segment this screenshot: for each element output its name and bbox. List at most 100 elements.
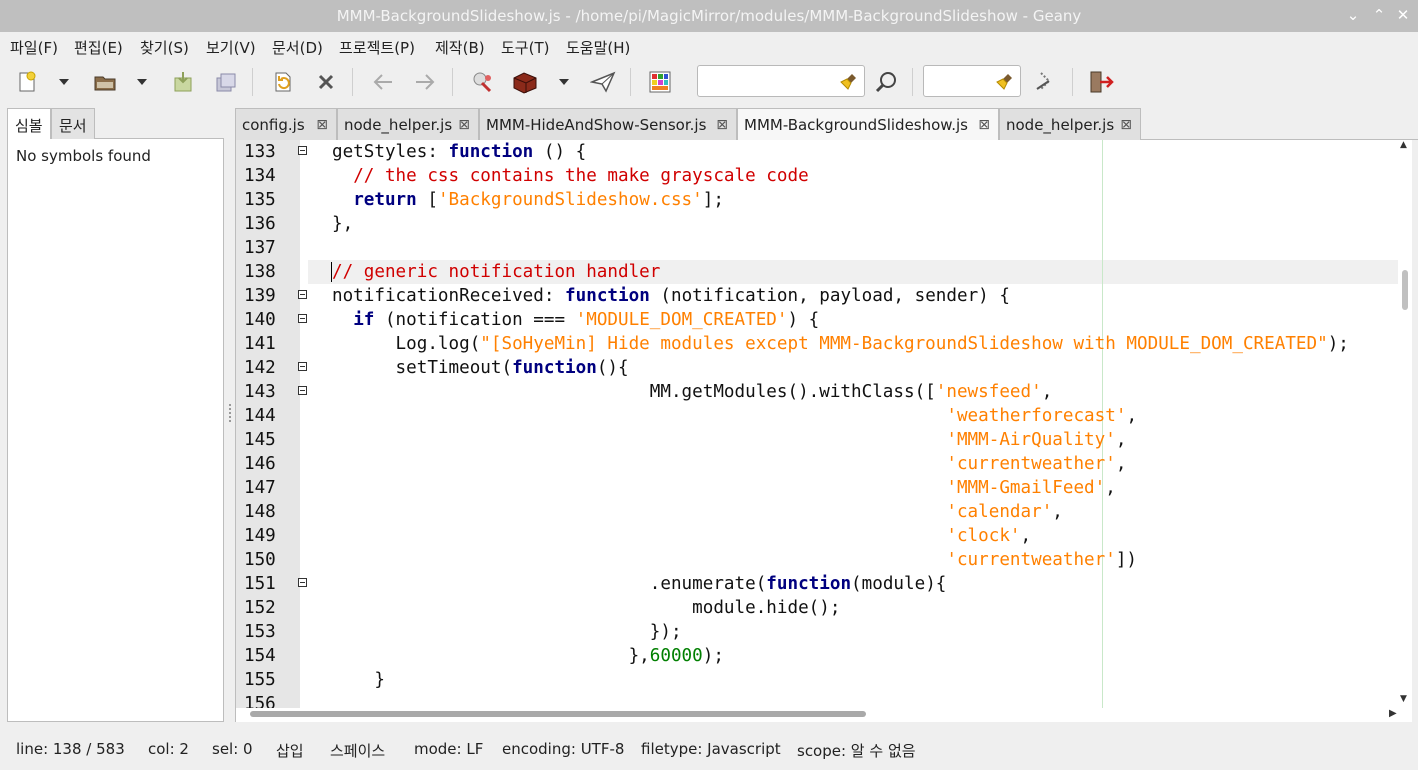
code-line[interactable]: 150 'currentweather'])	[236, 548, 1412, 572]
scroll-thumb[interactable]	[1402, 270, 1408, 310]
search-field[interactable]	[697, 65, 865, 97]
menu-view[interactable]: 보기(V)	[206, 37, 256, 58]
menu-build[interactable]: 제작(B)	[435, 37, 485, 58]
goto-line-input[interactable]	[930, 72, 998, 88]
code-line[interactable]: 134 // the css contains the make graysca…	[236, 164, 1412, 188]
dropdown-icon[interactable]	[130, 67, 154, 97]
code-line[interactable]: 149 'clock',	[236, 524, 1412, 548]
line-number: 154	[244, 646, 276, 666]
code-token: ,	[1020, 526, 1032, 546]
code-line[interactable]: 135 return ['BackgroundSlideshow.css'];	[236, 188, 1412, 212]
tab-documents[interactable]: 문서	[51, 108, 95, 139]
open-file-icon[interactable]	[90, 67, 120, 97]
fold-toggle-icon[interactable]	[298, 314, 307, 323]
tab-close-icon[interactable]: ⊠	[716, 117, 728, 133]
close-icon[interactable]	[311, 67, 341, 97]
dropdown-icon[interactable]	[52, 67, 76, 97]
build-icon[interactable]	[510, 67, 540, 97]
tab-node-helper-js-2[interactable]: node_helper.js ⊠	[999, 108, 1141, 140]
code-text: module.hide();	[332, 596, 840, 620]
menu-tools[interactable]: 도구(T)	[501, 37, 549, 58]
code-line[interactable]: 152 module.hide();	[236, 596, 1412, 620]
code-editor[interactable]: 133 getStyles: function () {134 // the cs…	[235, 140, 1412, 708]
back-icon[interactable]	[368, 67, 398, 97]
tab-node-helper-js[interactable]: node_helper.js ⊠	[337, 108, 479, 140]
scroll-down-arrow-icon[interactable]: ▼	[1400, 694, 1407, 704]
tab-symbols[interactable]: 심볼	[7, 108, 51, 140]
code-line[interactable]: 148 'calendar',	[236, 500, 1412, 524]
code-line[interactable]: 133 getStyles: function () {	[236, 140, 1412, 164]
code-line[interactable]: 144 'weatherforecast',	[236, 404, 1412, 428]
new-file-icon[interactable]	[12, 67, 42, 97]
menu-file[interactable]: 파일(F)	[10, 37, 58, 58]
code-line[interactable]: 138 // generic notification handler	[236, 260, 1412, 284]
clear-broom-icon[interactable]	[840, 72, 858, 94]
code-token: (module){	[851, 574, 947, 594]
scroll-right-arrow-icon[interactable]: ▶	[1389, 708, 1397, 719]
quit-icon[interactable]	[1086, 67, 1116, 97]
maximize-button[interactable]: ⌃	[1368, 4, 1390, 26]
code-line[interactable]: 139 notificationReceived: function (notif…	[236, 284, 1412, 308]
code-line[interactable]: 151 .enumerate(function(module){	[236, 572, 1412, 596]
jump-to-line-icon[interactable]	[1030, 67, 1060, 97]
clear-broom-icon[interactable]	[996, 72, 1014, 94]
goto-line-field[interactable]	[923, 65, 1021, 97]
code-line[interactable]: 137	[236, 236, 1412, 260]
color-chooser-icon[interactable]	[645, 67, 675, 97]
tab-mmm-backgroundslideshow-js[interactable]: MMM-BackgroundSlideshow.js ⊠	[737, 108, 999, 141]
execute-icon[interactable]	[588, 67, 618, 97]
code-line[interactable]: 146 'currentweather',	[236, 452, 1412, 476]
menu-document[interactable]: 문서(D)	[272, 37, 323, 58]
pane-resize-handle[interactable]	[228, 402, 232, 424]
search-icon[interactable]	[872, 67, 902, 97]
pane-resize-handle[interactable]	[698, 724, 722, 738]
code-line[interactable]: 142 setTimeout(function(){	[236, 356, 1412, 380]
code-token: module.hide();	[332, 598, 841, 618]
fold-toggle-icon[interactable]	[298, 578, 307, 587]
fold-toggle-icon[interactable]	[298, 146, 307, 155]
code-line[interactable]: 143 MM.getModules().withClass(['newsfeed…	[236, 380, 1412, 404]
code-line[interactable]: 145 'MMM-AirQuality',	[236, 428, 1412, 452]
line-number: 150	[244, 550, 276, 570]
tab-close-icon[interactable]: ⊠	[1120, 117, 1132, 133]
close-window-button[interactable]: ✕	[1392, 4, 1414, 26]
code-line[interactable]: 141 Log.log("[SoHyeMin] Hide modules exc…	[236, 332, 1412, 356]
code-line[interactable]: 140 if (notification === 'MODULE_DOM_CRE…	[236, 308, 1412, 332]
save-all-icon[interactable]	[211, 67, 241, 97]
tab-config-js[interactable]: config.js ⊠	[235, 108, 337, 140]
tab-mmm-hideandshow-sensor-js[interactable]: MMM-HideAndShow-Sensor.js ⊠	[479, 108, 737, 140]
menu-help[interactable]: 도움말(H)	[566, 37, 630, 58]
compile-icon[interactable]	[467, 67, 497, 97]
code-line[interactable]: 153 });	[236, 620, 1412, 644]
vertical-scrollbar[interactable]: ▲ ▼	[1398, 140, 1412, 708]
code-text: .enumerate(function(module){	[332, 572, 947, 596]
horizontal-scrollbar[interactable]: ▶	[235, 708, 1412, 722]
menu-project[interactable]: 프로젝트(P)	[339, 37, 415, 58]
code-line[interactable]: 154 },60000);	[236, 644, 1412, 668]
scroll-thumb[interactable]	[250, 711, 866, 717]
code-line[interactable]: 136},	[236, 212, 1412, 236]
revert-icon[interactable]	[268, 67, 298, 97]
code-line[interactable]: 156	[236, 692, 1412, 708]
fold-toggle-icon[interactable]	[298, 362, 307, 371]
fold-toggle-icon[interactable]	[298, 290, 307, 299]
forward-icon[interactable]	[410, 67, 440, 97]
menu-edit[interactable]: 편집(E)	[74, 37, 123, 58]
dropdown-icon[interactable]	[552, 67, 576, 97]
tab-close-icon[interactable]: ⊠	[316, 117, 328, 133]
code-token: ,	[1115, 430, 1127, 450]
minimize-button[interactable]: ⌄	[1342, 4, 1364, 26]
status-insert-mode: 삽입	[276, 742, 304, 760]
code-line[interactable]: 155 }	[236, 668, 1412, 692]
save-icon[interactable]	[168, 67, 198, 97]
scroll-up-arrow-icon[interactable]: ▲	[1400, 140, 1407, 150]
menu-search[interactable]: 찾기(S)	[140, 37, 189, 58]
fold-toggle-icon[interactable]	[298, 386, 307, 395]
code-line[interactable]: 147 'MMM-GmailFeed',	[236, 476, 1412, 500]
search-input[interactable]	[704, 72, 821, 88]
tab-close-icon[interactable]: ⊠	[458, 117, 470, 133]
tab-close-icon[interactable]: ⊠	[978, 117, 990, 133]
